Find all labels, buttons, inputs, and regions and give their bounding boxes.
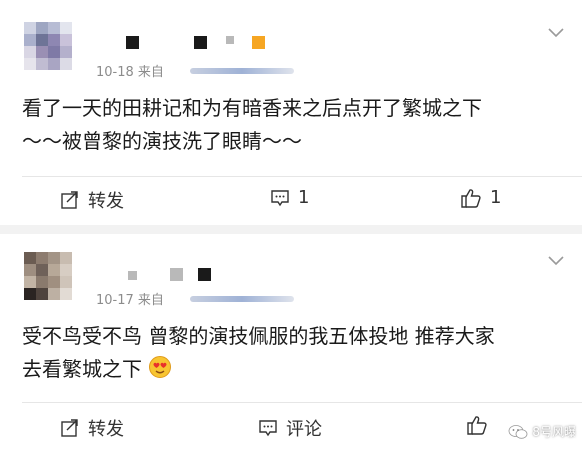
like-button[interactable] [466,415,488,435]
comment-content: 看了一天的田耕记和为有暗香来之后点开了繁城之下 ～～被曾黎的演技洗了眼睛～～ [22,92,482,158]
watermark: 8号风曝 [508,423,576,440]
timestamp-source: 10-17 来自 [96,293,164,308]
comment-content: 受不鸟受不鸟 曾黎的演技佩服的我五体投地 推荐大家 去看繁城之下 [22,320,495,386]
like-button[interactable]: 1 [460,187,501,208]
repost-button[interactable]: 转发 [60,187,124,213]
source-blurred [190,296,294,302]
source-blurred [190,68,294,74]
comment-button[interactable]: 1 [270,187,309,208]
heart-eyes-emoji-icon [149,356,172,378]
share-icon [61,191,78,209]
share-icon [61,419,78,437]
content-line: 去看繁城之下 [22,357,142,381]
comment-card-2: 10-17 来自 受不鸟受不鸟 曾黎的演技佩服的我五体投地 推荐大家 去看繁城之… [0,234,582,452]
username-blurred[interactable] [118,36,278,49]
timestamp-source: 10-18 来自 [96,65,164,80]
username-blurred[interactable] [118,268,228,281]
content-line-with-emoji: 去看繁城之下 [22,353,495,386]
comment-meta: 10-18 来自 [96,61,164,80]
thumbs-up-icon [461,188,481,208]
comment-count: 1 [298,187,310,208]
repost-label: 转发 [88,419,124,440]
content-line: 看了一天的田耕记和为有暗香来之后点开了繁城之下 [22,96,482,120]
comment-label: 评论 [286,419,322,440]
comment-meta: 10-17 来自 [96,289,164,308]
watermark-text: 8号风曝 [532,425,576,439]
comment-card-1: 10-18 来自 看了一天的田耕记和为有暗香来之后点开了繁城之下 ～～被曾黎的演… [0,0,582,225]
repost-label: 转发 [88,191,124,212]
like-count: 1 [490,187,502,208]
avatar[interactable] [24,22,72,70]
content-line: 受不鸟受不鸟 曾黎的演技佩服的我五体投地 推荐大家 [22,324,495,348]
chevron-down-icon[interactable] [548,256,564,266]
wechat-icon [508,424,528,439]
chevron-down-icon[interactable] [548,28,564,38]
comment-icon [271,189,289,206]
content-line: ～～被曾黎的演技洗了眼睛～～ [22,129,302,153]
repost-button[interactable]: 转发 [60,415,124,441]
divider [22,402,582,403]
avatar[interactable] [24,252,72,300]
thumbs-up-icon [467,416,487,435]
comment-icon [259,420,277,437]
comment-button[interactable]: 评论 [258,415,322,441]
divider [22,176,582,177]
